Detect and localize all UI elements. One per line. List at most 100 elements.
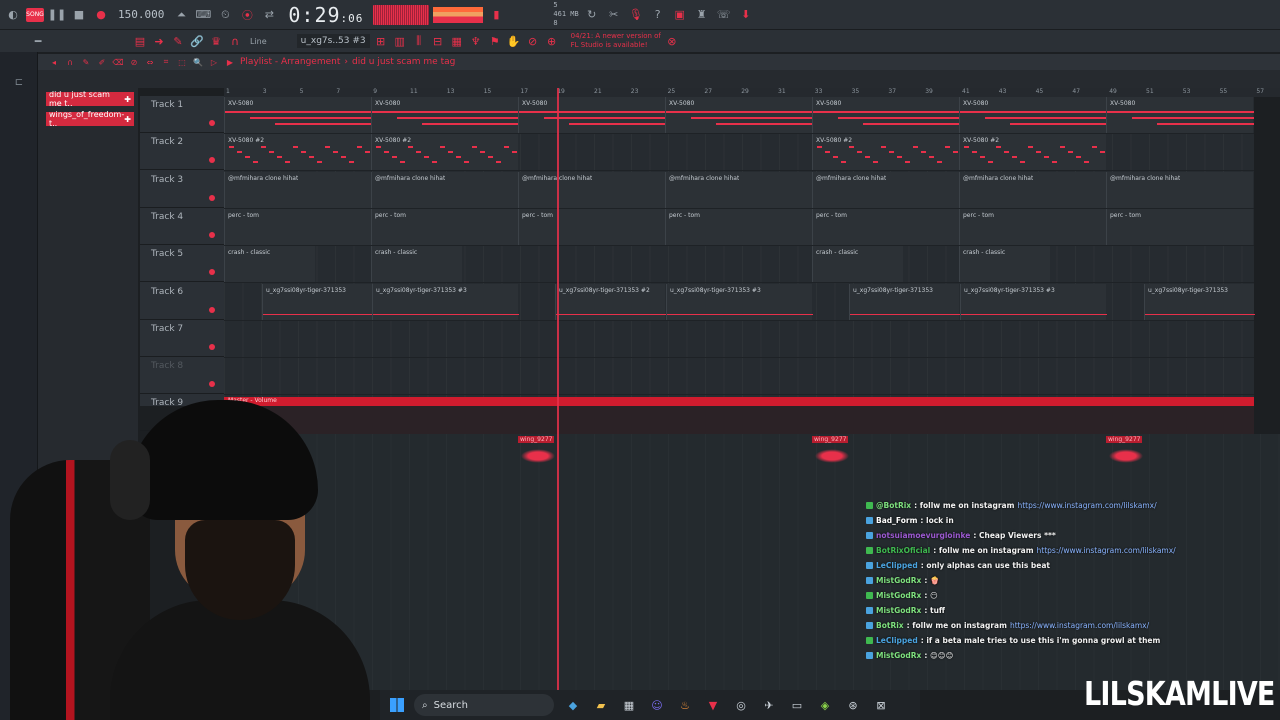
pat-song-toggle-icon[interactable]: ◐ [4,6,22,24]
pattern-clip[interactable]: u_xg7ssi08yr-tiger-371353 [262,283,373,320]
playhead[interactable] [557,88,559,690]
zoom-icon[interactable]: 🔍 [192,56,204,68]
store-icon[interactable]: ▦ [620,696,638,714]
slip-icon[interactable]: ⇔ [144,56,156,68]
arrow-left-icon[interactable]: ◂ [48,56,60,68]
mute-icon[interactable]: ⊘ [128,56,140,68]
song-mode-button[interactable]: SONG [26,7,44,22]
link-icon[interactable]: 🔗 [189,33,205,49]
pattern-clip[interactable]: perc - tom [1106,208,1253,245]
channel-rack-icon[interactable]: ⊞ [373,33,389,49]
taskbar-search[interactable]: ⌕ Search [414,694,554,716]
track-lane[interactable] [224,321,1254,358]
pattern-clip[interactable]: u_xg7ssi08yr-tiger-371353 #3 [960,283,1107,320]
pattern-clip[interactable]: perc - tom [665,208,812,245]
pattern-selector[interactable]: u_xg7s..53 #3 [296,34,370,48]
cut-icon[interactable]: ✂ [605,6,623,24]
pattern-clip[interactable]: XV-5080 [1106,97,1254,133]
no-icon[interactable]: ⊘ [525,33,541,49]
plugin-db-icon[interactable]: ▦ [449,33,465,49]
pattern-clip[interactable]: u_xg7ssi08yr-tiger-371353 #3 [666,283,813,320]
4k-icon[interactable]: ⊛ [844,696,862,714]
help-icon[interactable]: ? [649,6,667,24]
snap-magnet-icon[interactable]: ∩ [64,56,76,68]
pattern-clip[interactable]: @mfmihara clone hihat [371,171,518,208]
pattern-clip[interactable]: XV-5080 [812,97,960,133]
pattern-clip[interactable]: u_xg7ssi08yr-tiger-371353 #3 [372,283,519,320]
magnet-icon[interactable]: ∩ [227,33,243,49]
close-notice-icon[interactable]: ⊗ [664,33,680,49]
step-edit-icon[interactable]: ⇄ [260,6,278,24]
track-header[interactable]: Track 5 [140,245,224,283]
mixer-icon[interactable]: ⫼ [411,33,427,49]
pattern-clip[interactable]: XV-5080 #2 [812,134,959,171]
track-led-icon[interactable] [209,381,215,388]
track-header[interactable]: Track 6 [140,283,224,320]
audio-clip[interactable]: wing_9277 [812,434,858,470]
wait-input-icon[interactable]: ⌨ [194,6,212,24]
select-icon[interactable]: ⬚ [176,56,188,68]
pattern-clip[interactable]: XV-5080 #2 [224,134,371,171]
track-header[interactable]: Track 3 [140,171,224,208]
track-led-icon[interactable] [209,157,215,164]
chat-icon[interactable]: ☏ [715,6,733,24]
chat-link[interactable]: https://www.instagram.com/lilskamx/ [1037,546,1176,555]
playlist-lanes[interactable]: XV-5080 XV-5080 XV-5080 XV-5080 XV-5080 XV-50… [224,97,1255,397]
pattern-clip[interactable]: @mfmihara clone hihat [224,171,371,208]
stamp-icon[interactable]: ♛ [208,33,224,49]
delete-icon[interactable]: ⌫ [112,56,124,68]
track-led-icon[interactable] [209,194,215,201]
track-led-icon[interactable] [209,269,215,276]
capcut-icon[interactable]: ⊠ [872,696,890,714]
pattern-clip[interactable]: crash - classic [959,246,1050,283]
track-header[interactable]: Track 8 [140,357,224,395]
save-icon[interactable]: ▣ [671,6,689,24]
stop-icon[interactable]: ■ [70,6,88,24]
pattern-clip[interactable]: XV-5080 #2 [371,134,518,171]
track-lane[interactable] [224,358,1254,396]
track-lane[interactable]: XV-5080 #2 XV-5080 #2 XV-5080 #2 XV-5080 #2 [224,134,1254,172]
chat-link[interactable]: https://www.instagram.com/lilskamx/ [1010,621,1149,630]
countdown-icon[interactable]: ⏲ [216,6,234,24]
pattern-clip[interactable]: XV-5080 [224,97,372,133]
track-led-icon[interactable] [209,306,215,313]
pause-icon[interactable]: ❚❚ [48,6,66,24]
steam-icon[interactable]: ✈ [760,696,778,714]
pattern-clip[interactable]: perc - tom [812,208,959,245]
pattern-clip[interactable]: perc - tom [959,208,1106,245]
copilot-icon[interactable]: ◆ [564,696,582,714]
pattern-clip[interactable]: XV-5080 [959,97,1107,133]
pattern-clip[interactable]: perc - tom [371,208,518,245]
track-lane[interactable]: @mfmihara clone hihat @mfmihara clone hih… [224,171,1254,209]
pattern-clip[interactable]: @mfmihara clone hihat [1106,171,1253,208]
pattern-item[interactable]: did u just scam me t.. ✚ [46,90,134,108]
track-led-icon[interactable] [209,231,215,238]
windows-start-icon[interactable] [390,698,404,712]
pattern-clip[interactable]: perc - tom [224,208,371,245]
fl-studio-icon[interactable]: ♨ [676,696,694,714]
track-lane[interactable]: XV-5080 XV-5080 XV-5080 XV-5080 XV-5080 XV-50… [224,97,1254,134]
maps-icon[interactable]: ◈ [816,696,834,714]
timeline-ruler[interactable]: 1 3 5 7 9 11 13 15 17 19 21 23 25 27 29 31 33 35 37 39 41 43 4… [224,88,1280,97]
track-header[interactable]: Track 7 [140,320,224,357]
track-lane[interactable]: crash - classic crash - classic crash - cl… [224,246,1254,284]
pencil-icon[interactable]: ✎ [80,56,92,68]
pattern-clip[interactable]: @mfmihara clone hihat [518,171,665,208]
pattern-clip[interactable]: crash - classic [371,246,462,283]
pattern-clip[interactable]: XV-5080 #2 [959,134,1106,171]
snap-label[interactable]: Line [246,37,271,46]
plus-icon[interactable]: ✚ [124,115,131,124]
metronome-icon[interactable]: ⏶ [172,6,190,24]
download-icon[interactable]: ⬇ [737,6,755,24]
slider-icon[interactable]: ━ [30,33,46,49]
cloud-icon[interactable]: ⊕ [544,33,560,49]
discord-icon[interactable]: ☺ [648,696,666,714]
pattern-clip[interactable]: XV-5080 [665,97,813,133]
piano-roll-icon[interactable]: ▥ [392,33,408,49]
project-icon[interactable]: ⚑ [487,33,503,49]
play-arrangement-icon[interactable]: ▶ [224,56,236,68]
pattern-clip[interactable]: crash - classic [224,246,315,283]
app-icon[interactable]: ▭ [788,696,806,714]
slice-icon[interactable]: ⌗ [160,56,172,68]
browser-icon[interactable]: ⊟ [430,33,446,49]
